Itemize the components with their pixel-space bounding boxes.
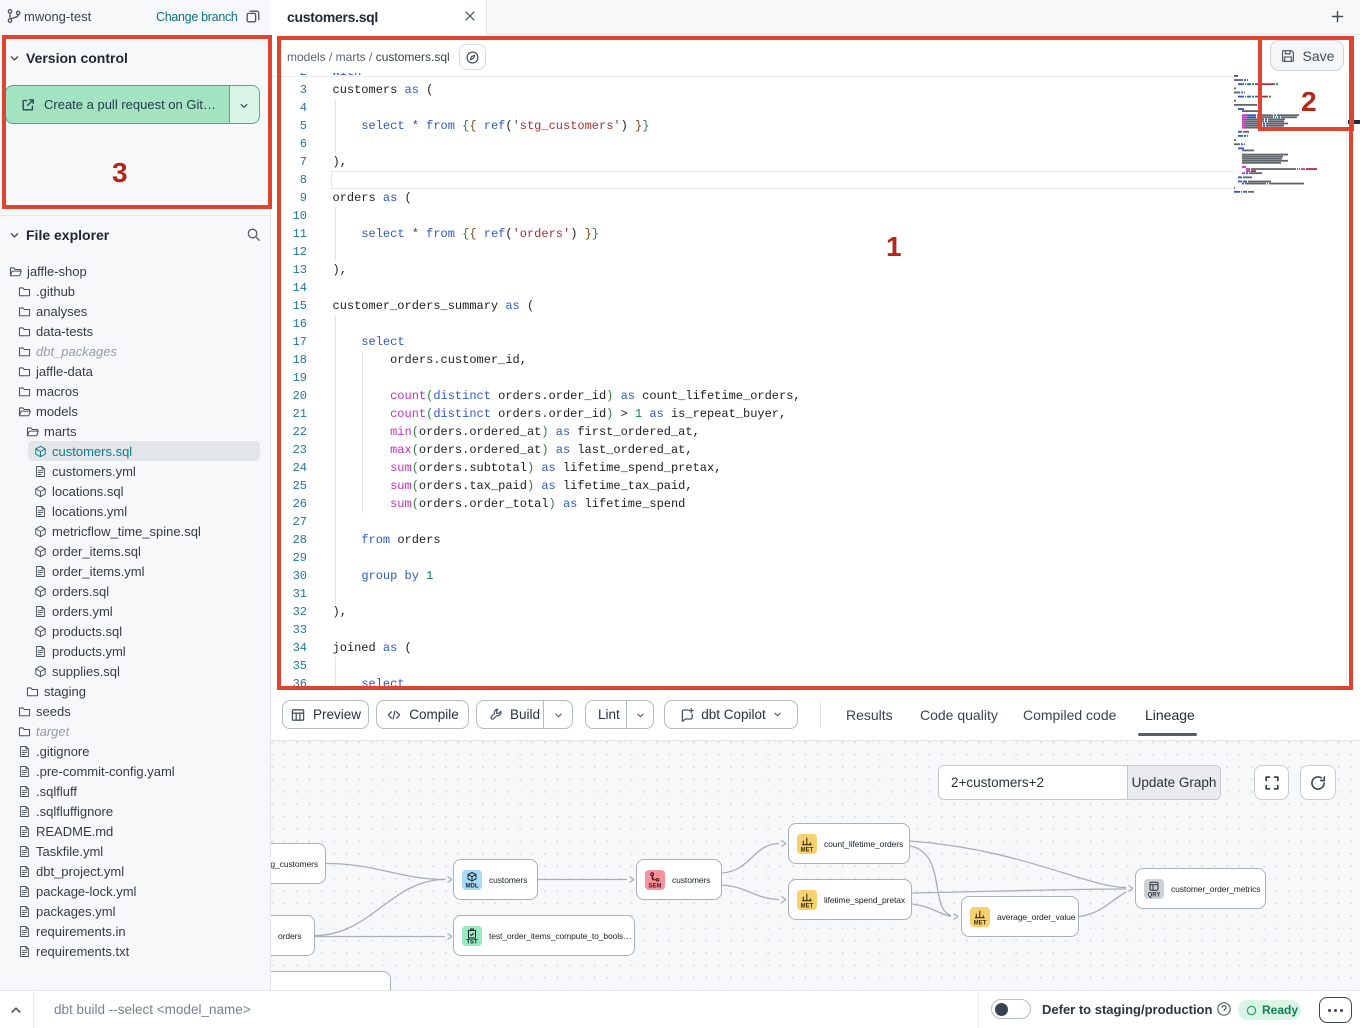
svg-text:MDL: MDL [466, 883, 479, 889]
svg-text:MET: MET [974, 920, 987, 926]
svg-text:SEM: SEM [648, 883, 661, 889]
svg-text:QRY: QRY [1148, 892, 1161, 898]
svg-text:MET: MET [801, 847, 814, 853]
svg-text:MET: MET [801, 903, 814, 909]
svg-text:TST: TST [466, 939, 478, 945]
